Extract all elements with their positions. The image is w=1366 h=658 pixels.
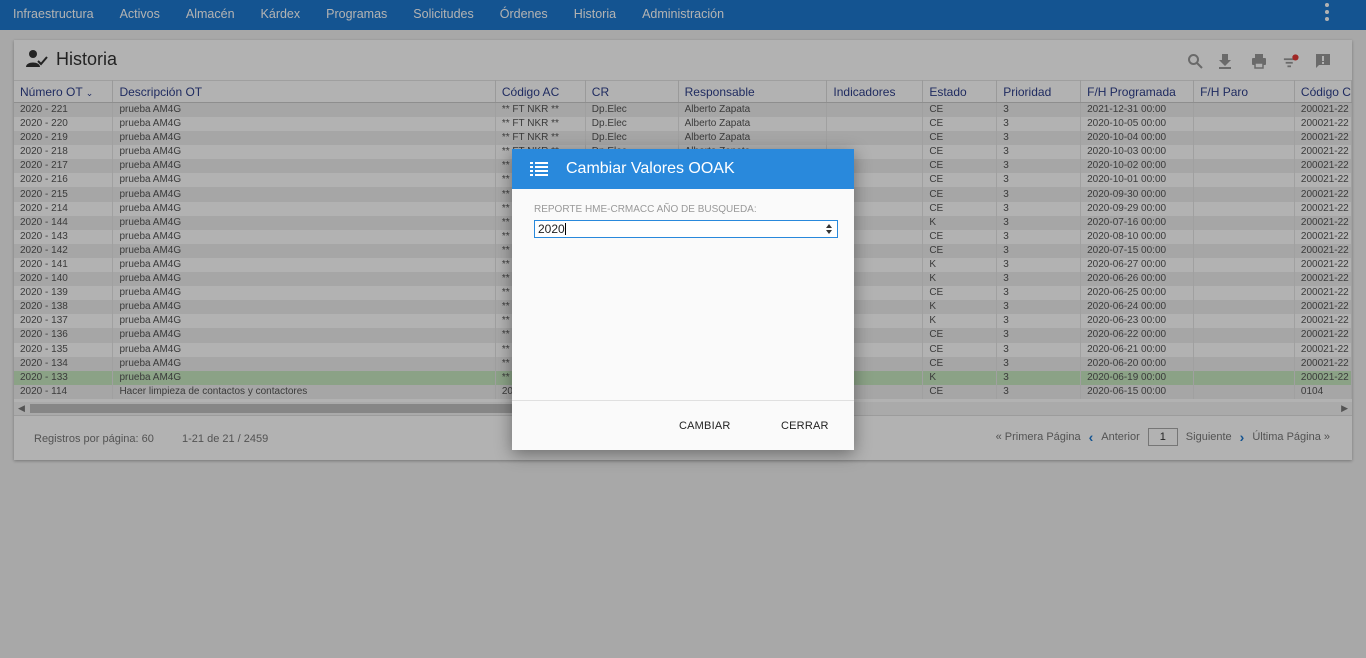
year-field-label: REPORTE HME-CRMACC AÑO DE BUSQUEDA: [534, 204, 757, 215]
dialog-header: Cambiar Valores OOAK [512, 149, 854, 189]
year-value: 2020 [538, 222, 565, 236]
number-spinner-icon[interactable] [825, 223, 833, 235]
close-button[interactable]: CERRAR [781, 420, 829, 432]
dialog-actions: CAMBIAR CERRAR [512, 400, 854, 450]
list-icon [530, 162, 548, 176]
year-number-input[interactable]: 2020 [534, 220, 838, 238]
dialog-title: Cambiar Valores OOAK [566, 160, 735, 177]
change-values-dialog: Cambiar Valores OOAK REPORTE HME-CRMACC … [512, 149, 854, 450]
change-button[interactable]: CAMBIAR [679, 420, 731, 432]
